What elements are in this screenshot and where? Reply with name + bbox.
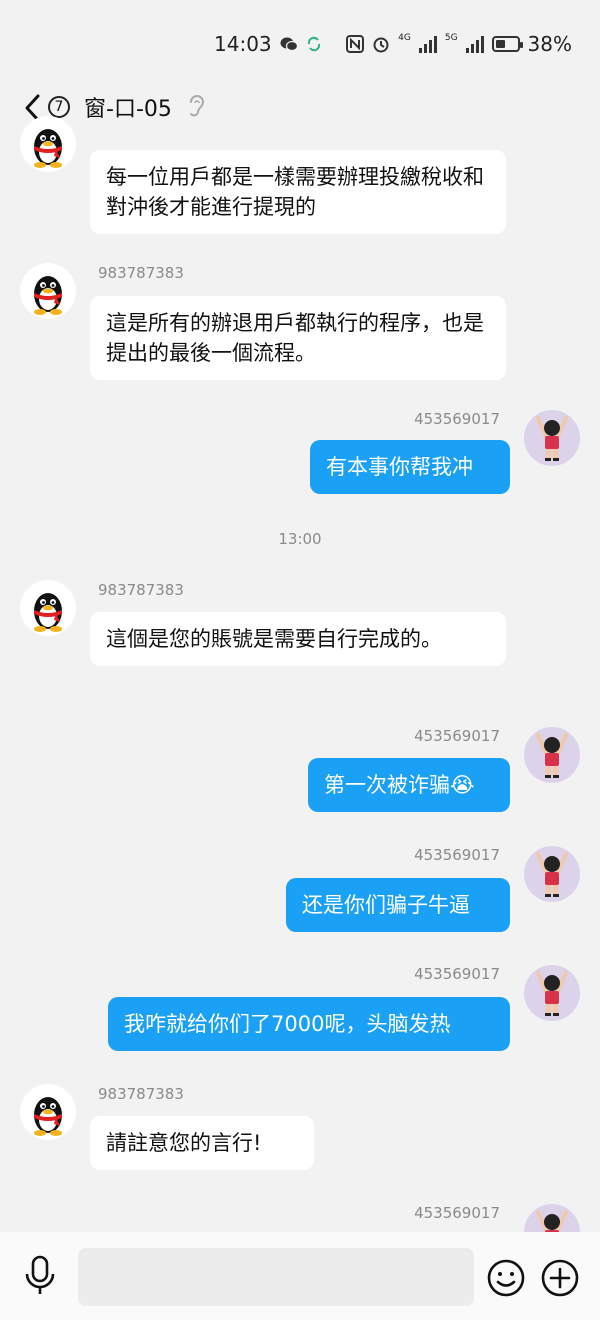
kid-avatar-icon [524,727,580,783]
my-avatar[interactable] [524,965,580,1021]
contact-avatar[interactable] [20,263,76,319]
status-bar: 14:03 4G 5G 38% [0,0,600,88]
penguin-icon [20,580,76,636]
penguin-icon [20,263,76,319]
message-bubble-outgoing[interactable]: 有本事你帮我冲 [310,440,510,494]
ear-icon[interactable] [186,93,206,119]
signal-icon-1 [418,35,437,53]
message-text: 第一次被诈骗 [324,773,450,797]
my-avatar[interactable] [524,727,580,783]
sender-id: 983787383 [98,581,184,599]
emoji-icon[interactable] [486,1258,526,1298]
input-bar [0,1232,600,1320]
message-bubble-incoming[interactable]: 請註意您的言行! [90,1116,314,1170]
wechat-icon [280,37,298,52]
my-avatar[interactable] [524,846,580,902]
penguin-icon [20,116,76,172]
sender-id: 453569017 [414,410,500,428]
message-bubble-incoming[interactable]: 這個是您的賬號是需要自行完成的。 [90,612,506,666]
sync-icon [307,36,320,52]
message-bubble-incoming[interactable]: 這是所有的辦退用戶都執行的程序，也是提出的最後一個流程。 [90,296,506,380]
status-right: 4G 5G 38% [346,32,572,56]
status-left: 14:03 [214,32,322,56]
nfc-icon [346,35,365,53]
sender-id: 453569017 [414,1204,500,1222]
battery-icon [491,36,523,52]
message-bubble-outgoing[interactable]: 第一次被诈骗😭 [308,758,510,812]
sender-id: 983787383 [98,1085,184,1103]
message-bubble-outgoing[interactable]: 还是你们骗子牛逼 [286,878,510,932]
status-time: 14:03 [214,32,272,56]
alarm-icon [373,37,389,53]
sender-id: 453569017 [414,965,500,983]
sender-id: 983787383 [98,264,184,282]
message-input[interactable] [78,1248,474,1306]
message-bubble-outgoing[interactable]: 我咋就给你们了7000呢，头脑发热 [108,997,510,1051]
timestamp-divider: 13:00 [278,530,322,548]
kid-avatar-icon [524,1204,580,1232]
my-avatar[interactable] [524,410,580,466]
plus-icon[interactable] [540,1258,580,1298]
penguin-icon [20,1084,76,1140]
message-bubble-incoming[interactable]: 每一位用戶都是一樣需要辦理投繳稅收和對沖後才能進行提現的 [90,150,506,234]
chat-header: 7 窗-口-05 [0,88,600,128]
kid-avatar-icon [524,846,580,902]
crying-emoji-icon: 😭 [450,773,475,797]
sender-id: 453569017 [414,846,500,864]
contact-avatar[interactable] [20,580,76,636]
network-label-1: 4G [398,33,411,43]
unread-count-badge[interactable]: 7 [48,96,70,118]
signal-icon-2 [465,35,484,53]
contact-avatar[interactable] [20,1084,76,1140]
my-avatar[interactable] [524,1204,580,1232]
kid-avatar-icon [524,410,580,466]
battery-percent: 38% [527,32,572,56]
microphone-icon[interactable] [22,1254,58,1298]
network-label-2: 5G [444,33,458,43]
contact-avatar[interactable] [20,116,76,172]
chat-title[interactable]: 窗-口-05 [84,91,172,123]
kid-avatar-icon [524,965,580,1021]
sender-id: 453569017 [414,727,500,745]
